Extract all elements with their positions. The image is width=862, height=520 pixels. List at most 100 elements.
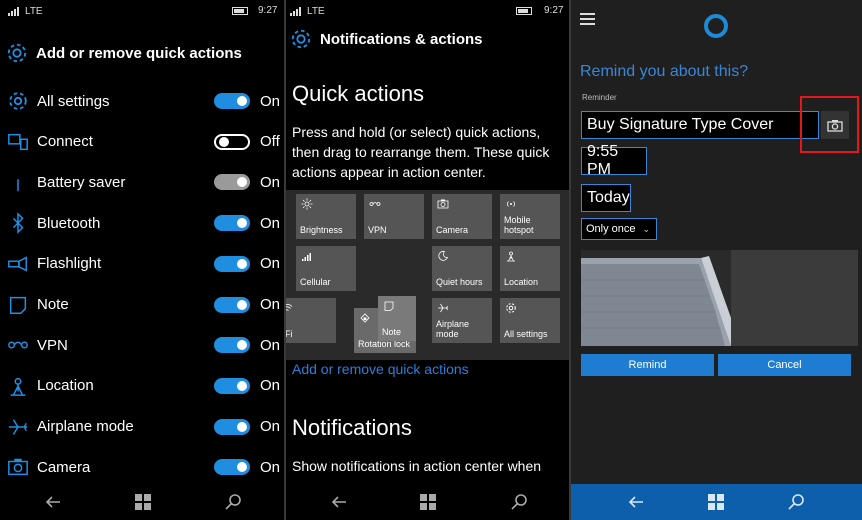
- time-picker[interactable]: 9:55 PM: [581, 143, 647, 178]
- cancel-button[interactable]: Cancel: [718, 354, 851, 376]
- quick-action-grid: Brightness VPN Camera Mobile hotspot Cellula…: [286, 190, 569, 360]
- remind-button[interactable]: Remind: [581, 354, 714, 376]
- page-title: Notifications & actions: [320, 30, 483, 48]
- toggle-switch[interactable]: [214, 215, 250, 232]
- tile-label: Camera: [436, 225, 469, 235]
- toggle-switch[interactable]: [214, 377, 250, 394]
- quick-actions-description: Press and hold (or select) quick actions…: [292, 124, 550, 180]
- back-icon[interactable]: [627, 493, 645, 511]
- gear-icon: [7, 43, 27, 63]
- connect-icon: [6, 130, 30, 154]
- moon-icon: [437, 250, 449, 262]
- quick-action-row: Flashlight On: [6, 244, 284, 284]
- toggle-state-label: On: [260, 255, 281, 273]
- toggle-state-label: On: [260, 214, 281, 232]
- back-icon[interactable]: [44, 493, 62, 511]
- add-remove-quick-actions-link[interactable]: Add or remove quick actions: [292, 361, 469, 377]
- note-icon: [383, 300, 395, 312]
- toggle-switch[interactable]: [214, 174, 250, 191]
- battery-icon: [516, 7, 532, 15]
- quick-action-tile[interactable]: All settings: [500, 298, 560, 343]
- navigation-bar: [571, 484, 862, 520]
- row-label: Flashlight: [37, 255, 102, 273]
- quick-action-tile[interactable]: Camera: [432, 194, 492, 239]
- toggle-switch[interactable]: [214, 337, 250, 354]
- cellular-icon: [301, 250, 313, 262]
- windows-start-icon[interactable]: [134, 493, 152, 511]
- quick-action-tile[interactable]: Quiet hours: [432, 246, 492, 291]
- camera-icon: [6, 455, 30, 479]
- cortana-reminder-screen: Remind you about this? Reminder Buy Sign…: [571, 0, 862, 520]
- highlight-box: [800, 96, 859, 153]
- back-icon[interactable]: [330, 493, 348, 511]
- wifi-icon: [286, 302, 293, 314]
- quick-action-row: Camera On: [6, 447, 284, 487]
- toggle-state-label: On: [260, 296, 281, 313]
- reminder-text-field[interactable]: Buy Signature Type Cover: [581, 111, 819, 139]
- type-cover-image: [581, 250, 858, 346]
- row-label: Bluetooth: [37, 214, 101, 232]
- search-icon[interactable]: [224, 493, 242, 511]
- quick-actions-heading: Quick actions: [292, 81, 425, 106]
- row-label: Connect: [37, 133, 93, 151]
- quick-action-tile[interactable]: Brightness: [296, 194, 356, 239]
- repeat-dropdown[interactable]: Only once ⌄: [581, 218, 657, 240]
- tile-label: Location: [504, 277, 539, 287]
- quick-action-row: VPN On: [6, 325, 284, 365]
- toggle-state-label: On: [260, 92, 281, 110]
- tile-label: Note: [382, 327, 402, 337]
- windows-start-icon[interactable]: [419, 493, 437, 511]
- vpn-icon: [6, 333, 30, 357]
- quick-action-tile[interactable]: Mobile hotspot: [500, 194, 560, 239]
- quick-action-row: Bluetooth On: [6, 203, 284, 243]
- row-label: Airplane mode: [37, 418, 134, 436]
- toggle-state-label: On: [260, 173, 281, 191]
- quick-action-tile[interactable]: Location: [500, 246, 560, 291]
- bluetooth-icon: [6, 211, 30, 235]
- toggle-switch[interactable]: [214, 418, 250, 435]
- toggle-state-label: On: [260, 336, 281, 354]
- reminder-question: Remind you about this?: [580, 63, 749, 80]
- airplane-icon: [6, 415, 30, 439]
- camera-icon: [437, 198, 449, 210]
- toggle-state-label: On: [260, 377, 281, 395]
- toggle-switch[interactable]: [214, 296, 250, 313]
- quick-actions-settings-screen: LTE 9:27 Add or remove quick actions All…: [0, 0, 284, 520]
- toggle-switch[interactable]: [214, 133, 250, 150]
- quick-action-row: Connect Off: [6, 122, 284, 162]
- row-label: Camera: [37, 458, 91, 476]
- date-picker[interactable]: Today: [581, 184, 631, 212]
- page-header: Add or remove quick actions: [6, 42, 242, 64]
- quick-action-row: Location On: [6, 366, 284, 406]
- status-bar: LTE 9:27: [0, 0, 284, 22]
- quick-action-tile[interactable]: VPN: [364, 194, 424, 239]
- gear-icon: [6, 89, 30, 113]
- reminder-label: Reminder: [582, 93, 617, 102]
- windows-start-icon[interactable]: [707, 493, 725, 511]
- location-icon: [6, 374, 30, 398]
- cortana-header: [571, 0, 862, 50]
- notifications-actions-screen: LTE 9:27 Notifications & actions Quick a…: [286, 0, 569, 520]
- search-icon[interactable]: [510, 493, 528, 511]
- navigation-bar: [0, 484, 284, 520]
- quick-action-tile[interactable]: Airplane mode: [432, 298, 492, 343]
- toggle-switch[interactable]: [214, 255, 250, 272]
- quick-action-tile[interactable]: Cellular: [296, 246, 356, 291]
- hamburger-menu-icon[interactable]: [580, 13, 595, 28]
- attached-photo: [581, 250, 858, 346]
- page-title: Add or remove quick actions: [36, 44, 242, 62]
- tile-label: VPN: [368, 225, 387, 235]
- toggle-switch[interactable]: [214, 459, 250, 476]
- hotspot-icon: [505, 198, 517, 210]
- notifications-description: Show notifications in action center when: [292, 458, 542, 474]
- row-label: Location: [37, 377, 94, 395]
- quick-action-tile[interactable]: Note: [378, 296, 416, 341]
- row-label: Battery saver: [37, 173, 126, 191]
- toggle-switch[interactable]: [214, 93, 250, 109]
- page-header: Notifications & actions: [290, 28, 483, 50]
- quick-action-tile[interactable]: i-Fi: [286, 298, 336, 343]
- search-icon[interactable]: [787, 493, 805, 511]
- quick-action-row: Battery saver On: [6, 162, 284, 202]
- tile-label: Quiet hours: [436, 277, 483, 287]
- battery-icon: [232, 7, 248, 15]
